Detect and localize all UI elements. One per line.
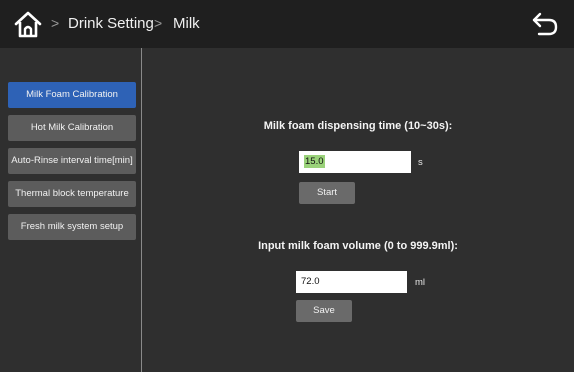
breadcrumb-milk: Milk xyxy=(173,15,200,32)
foam-volume-unit: ml xyxy=(415,277,426,288)
sidebar-item-milk-foam-calibration[interactable]: Milk Foam Calibration xyxy=(8,82,136,108)
dispensing-time-input[interactable]: 15.0 xyxy=(299,151,411,173)
dispensing-time-unit: s xyxy=(418,157,423,168)
foam-volume-input[interactable]: 72.0 xyxy=(296,271,407,293)
breadcrumb-separator: > xyxy=(51,15,60,31)
breadcrumb-drink-setting[interactable]: Drink Setting xyxy=(68,0,154,48)
sidebar-menu: Milk Foam Calibration Hot Milk Calibrati… xyxy=(0,48,142,372)
main-panel: Milk foam dispensing time (10~30s): 15.0… xyxy=(142,48,574,372)
sidebar-item-auto-rinse-interval[interactable]: Auto-Rinse interval time[min] xyxy=(8,148,136,174)
dispensing-time-label: Milk foam dispensing time (10~30s): xyxy=(263,120,453,132)
back-arrow-icon[interactable] xyxy=(530,10,560,38)
sidebar-item-fresh-milk-system-setup[interactable]: Fresh milk system setup xyxy=(8,214,136,240)
sidebar-item-hot-milk-calibration[interactable]: Hot Milk Calibration xyxy=(8,115,136,141)
sidebar-item-thermal-block-temperature[interactable]: Thermal block temperature xyxy=(8,181,136,207)
foam-volume-label: Input milk foam volume (0 to 999.9ml): xyxy=(258,240,458,252)
home-icon[interactable] xyxy=(12,9,44,39)
start-button[interactable]: Start xyxy=(299,182,355,204)
save-button[interactable]: Save xyxy=(296,300,352,322)
breadcrumb-separator: > xyxy=(154,15,163,31)
dispensing-time-value: 15.0 xyxy=(304,155,325,168)
top-bar: > Drink Setting > Milk xyxy=(0,0,574,48)
